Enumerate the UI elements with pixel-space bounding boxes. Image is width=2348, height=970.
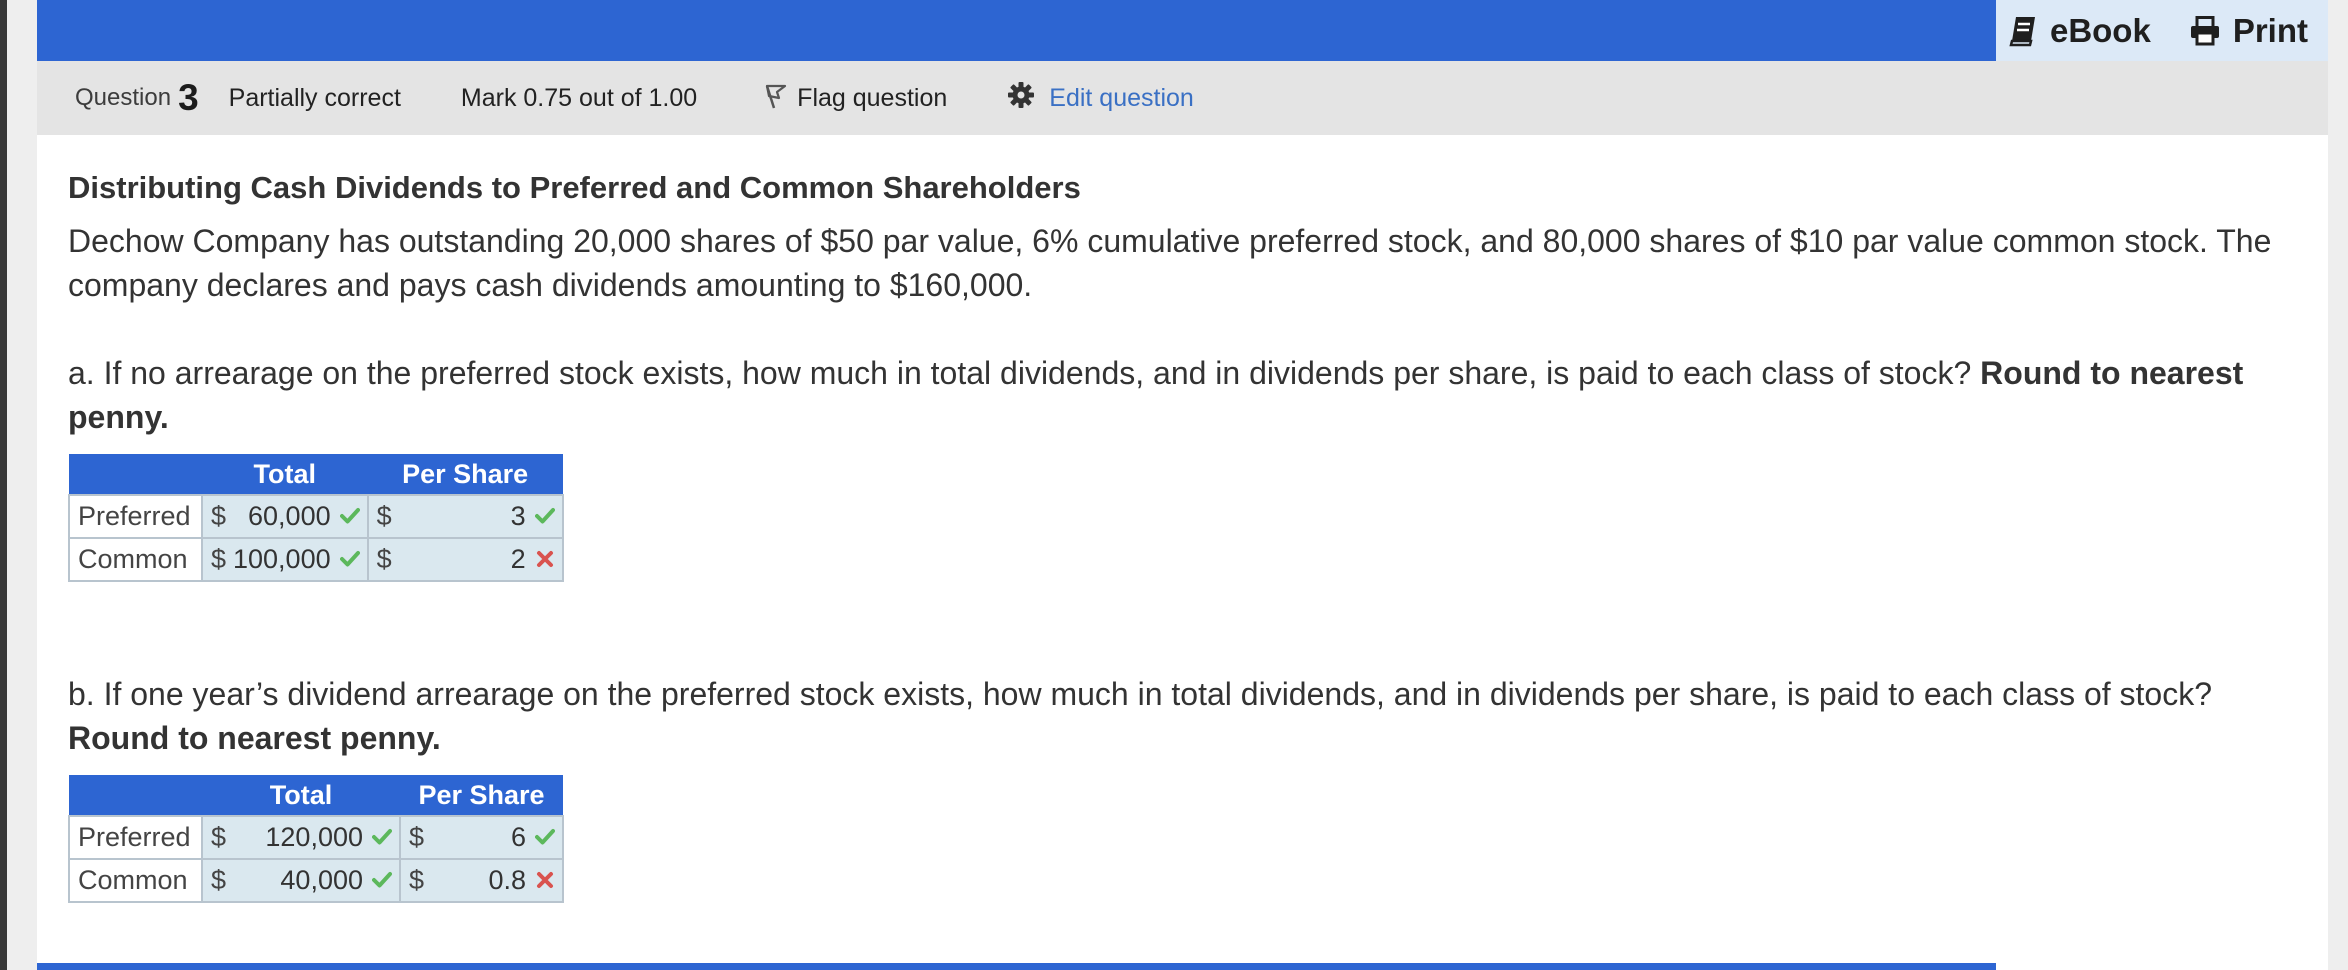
part-a-table: Total Per Share Preferred $ 60,000 $ 3 C… xyxy=(68,454,564,582)
per-share-value: 6 xyxy=(510,822,526,852)
edit-question-label: Edit question xyxy=(1049,83,1194,112)
table-header-row: Total Per Share xyxy=(69,775,563,816)
total-value: 60,000 xyxy=(248,501,331,531)
currency-symbol: $ xyxy=(399,815,431,860)
header-empty xyxy=(69,454,202,495)
edit-question-link[interactable]: Edit question xyxy=(1007,81,1194,116)
print-label: Print xyxy=(2232,11,2308,49)
flag-question-label: Flag question xyxy=(797,83,948,112)
currency-symbol: $ xyxy=(201,494,233,539)
part-a-text: a. If no arrearage on the preferred stoc… xyxy=(68,355,1972,391)
table-row: Preferred $ 120,000 $ 6 xyxy=(68,815,564,860)
table-row: Common $ 100,000 $ 2 xyxy=(68,537,564,582)
flag-icon xyxy=(763,81,787,116)
question-state: Partially correct xyxy=(228,83,401,112)
currency-symbol: $ xyxy=(201,815,233,860)
question-content: Distributing Cash Dividends to Preferred… xyxy=(68,162,2308,903)
per-share-answer: 2 xyxy=(398,537,564,582)
row-label: Preferred xyxy=(68,815,203,860)
ebook-button[interactable]: eBook xyxy=(2008,12,2151,50)
flag-question-button[interactable]: Flag question xyxy=(763,81,947,116)
part-b-text: b. If one year’s dividend arrearage on t… xyxy=(68,676,2213,712)
table-row: Common $ 40,000 $ 0.8 xyxy=(68,858,564,903)
ebook-label: eBook xyxy=(2049,11,2151,49)
per-share-answer: 6 xyxy=(431,815,564,860)
per-share-answer: 3 xyxy=(398,494,564,539)
total-value: 100,000 xyxy=(233,544,331,574)
left-edge xyxy=(0,0,7,970)
total-answer: 40,000 xyxy=(233,858,401,903)
question-info-bar: Question 3 Partially correct Mark 0.75 o… xyxy=(37,61,2328,135)
bottom-blue-bar xyxy=(37,963,1996,970)
right-margin xyxy=(2328,0,2348,970)
currency-symbol: $ xyxy=(201,858,233,903)
check-icon xyxy=(534,822,556,853)
per-share-value: 0.8 xyxy=(488,865,526,895)
total-value: 120,000 xyxy=(265,822,363,852)
print-button[interactable]: Print xyxy=(2189,12,2308,50)
check-icon xyxy=(534,501,556,532)
header-total: Total xyxy=(202,454,368,495)
row-label: Common xyxy=(68,537,203,582)
check-icon xyxy=(371,822,393,853)
top-tools: eBook Print xyxy=(1996,0,2328,61)
per-share-value: 3 xyxy=(510,501,526,531)
table-row: Preferred $ 60,000 $ 3 xyxy=(68,494,564,539)
header-per-share: Per Share xyxy=(400,775,563,816)
check-icon xyxy=(339,501,361,532)
row-label: Common xyxy=(68,858,203,903)
currency-symbol: $ xyxy=(366,494,399,539)
per-share-value: 2 xyxy=(510,544,526,574)
header-empty xyxy=(69,775,202,816)
question-label: Question xyxy=(75,84,172,111)
cross-icon xyxy=(534,544,556,575)
header-per-share: Per Share xyxy=(367,454,563,495)
top-blue-bar xyxy=(37,0,1996,61)
header-total: Total xyxy=(202,775,400,816)
part-b-emphasis: Round to nearest penny. xyxy=(68,720,441,756)
total-answer: 120,000 xyxy=(233,815,401,860)
total-answer: 100,000 xyxy=(233,537,369,582)
total-value: 40,000 xyxy=(280,865,363,895)
table-header-row: Total Per Share xyxy=(69,454,563,495)
printer-icon xyxy=(2189,15,2221,46)
part-b-question: b. If one year’s dividend arrearage on t… xyxy=(68,672,2308,760)
currency-symbol: $ xyxy=(366,537,399,582)
check-icon xyxy=(371,865,393,896)
part-a-question: a. If no arrearage on the preferred stoc… xyxy=(68,351,2308,439)
check-icon xyxy=(339,544,361,575)
cross-icon xyxy=(534,865,556,896)
question-mark: Mark 0.75 out of 1.00 xyxy=(460,83,698,112)
part-b-table: Total Per Share Preferred $ 120,000 $ 6 … xyxy=(68,775,564,903)
question-title: Distributing Cash Dividends to Preferred… xyxy=(68,170,1081,205)
currency-symbol: $ xyxy=(399,858,431,903)
question-intro: Dechow Company has outstanding 20,000 sh… xyxy=(68,223,2272,303)
left-margin xyxy=(7,0,37,970)
per-share-answer: 0.8 xyxy=(431,858,564,903)
row-label: Preferred xyxy=(68,494,203,539)
gear-icon xyxy=(1007,81,1035,116)
total-answer: 60,000 xyxy=(233,494,369,539)
question-number: 3 xyxy=(178,77,199,118)
currency-symbol: $ xyxy=(201,537,233,582)
book-icon xyxy=(2008,15,2038,47)
